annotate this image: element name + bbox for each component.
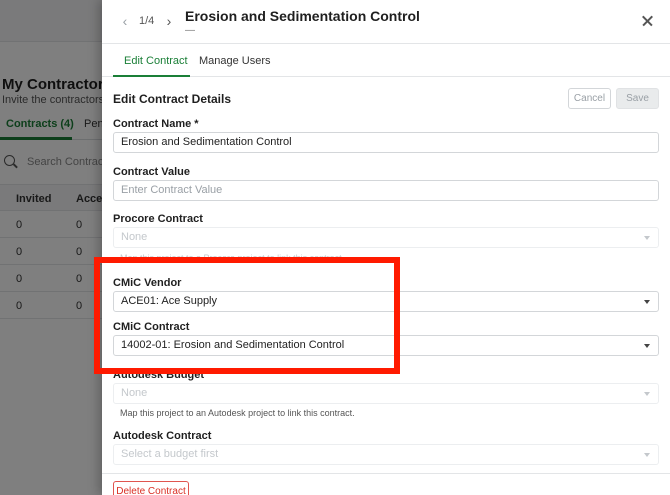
chevron-down-icon [644, 300, 650, 304]
drawer-subtitle: — [185, 25, 195, 36]
cancel-button[interactable]: Cancel [568, 88, 611, 109]
autodesk-contract-value: Select a budget first [121, 448, 219, 460]
chevron-left-icon[interactable]: ‹ [118, 14, 132, 28]
contract-value-label: Contract Value [113, 166, 191, 178]
edit-contract-drawer: ‹ 1/4 › Erosion and Sedimentation Contro… [102, 0, 670, 495]
contract-name-input[interactable]: Erosion and Sedimentation Control [113, 132, 659, 153]
pager-count: 1/4 [139, 15, 155, 27]
tab-manage-users[interactable]: Manage Users [199, 55, 271, 67]
save-button[interactable]: Save [616, 88, 659, 109]
drawer-title: Erosion and Sedimentation Control [185, 8, 420, 24]
autodesk-budget-value: None [121, 387, 148, 399]
section-title: Edit Contract Details [113, 92, 232, 106]
chevron-right-icon[interactable]: › [162, 14, 176, 28]
contract-name-label: Contract Name * [113, 118, 199, 130]
chevron-down-icon [644, 236, 650, 240]
tab-active-underline [113, 75, 190, 77]
highlight-annotation [94, 257, 400, 374]
procore-contract-select: None [113, 227, 659, 248]
delete-contract-button[interactable]: Delete Contract [113, 481, 189, 495]
drawer-tabs: Edit Contract Manage Users [102, 44, 670, 77]
autodesk-budget-select: None [113, 383, 659, 404]
autodesk-budget-helper: Map this project to an Autodesk project … [120, 408, 355, 418]
chevron-down-icon [644, 392, 650, 396]
procore-contract-value: None [121, 231, 148, 243]
tab-edit-contract[interactable]: Edit Contract [124, 55, 188, 67]
footer-divider [102, 473, 670, 474]
autodesk-contract-select: Select a budget first [113, 444, 659, 465]
contract-value-input[interactable]: Enter Contract Value [113, 180, 659, 201]
autodesk-contract-label: Autodesk Contract [113, 430, 212, 442]
chevron-down-icon [644, 344, 650, 348]
procore-contract-label: Procore Contract [113, 213, 203, 225]
close-icon[interactable] [640, 13, 656, 29]
chevron-down-icon [644, 453, 650, 457]
drawer-header: ‹ 1/4 › Erosion and Sedimentation Contro… [102, 0, 670, 44]
